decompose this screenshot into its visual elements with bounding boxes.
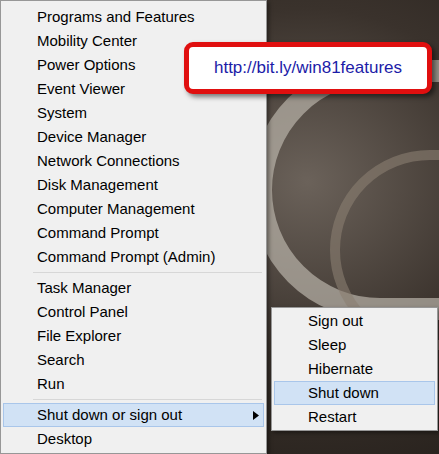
- menu-item-label: Mobility Center: [37, 30, 137, 53]
- menu-item-label: Search: [37, 349, 85, 372]
- callout-text[interactable]: http://bit.ly/win81features: [214, 55, 402, 81]
- menu-item-label: Command Prompt (Admin): [37, 246, 215, 269]
- submenu-item[interactable]: Restart: [274, 405, 435, 429]
- menu-item-label: System: [37, 102, 87, 125]
- menu-item[interactable]: Network Connections: [3, 149, 264, 173]
- menu-item-label: Disk Management: [37, 174, 158, 197]
- shutdown-submenu: Sign outSleepHibernateShut downRestart: [271, 307, 438, 431]
- menu-item-label: Task Manager: [37, 277, 131, 300]
- menu-item[interactable]: Control Panel: [3, 300, 264, 324]
- menu-item-label: File Explorer: [37, 325, 121, 348]
- submenu-item-label: Sign out: [308, 310, 363, 333]
- menu-item[interactable]: Task Manager: [3, 276, 264, 300]
- submenu-arrow-icon: [253, 404, 259, 426]
- submenu-item[interactable]: Shut down: [274, 381, 435, 405]
- menu-item[interactable]: File Explorer: [3, 324, 264, 348]
- menu-item[interactable]: Search: [3, 348, 264, 372]
- menu-item[interactable]: System: [3, 101, 264, 125]
- menu-item-label: Control Panel: [37, 301, 128, 324]
- menu-item[interactable]: Computer Management: [3, 197, 264, 221]
- submenu-item-label: Sleep: [308, 334, 346, 357]
- menu-item-label: Event Viewer: [37, 78, 125, 101]
- submenu-item[interactable]: Hibernate: [274, 357, 435, 381]
- url-callout: http://bit.ly/win81features: [184, 42, 432, 94]
- menu-separator: [3, 396, 264, 403]
- menu-item-label: Computer Management: [37, 198, 195, 221]
- menu-item[interactable]: Run: [3, 372, 264, 396]
- menu-item-label: Run: [37, 373, 65, 396]
- submenu-item[interactable]: Sleep: [274, 333, 435, 357]
- menu-item-label: Shut down or sign out: [37, 404, 182, 427]
- submenu-item-label: Restart: [308, 406, 356, 429]
- menu-item[interactable]: Device Manager: [3, 125, 264, 149]
- menu-item-label: Power Options: [37, 54, 135, 77]
- menu-item-label: Device Manager: [37, 126, 146, 149]
- submenu-item[interactable]: Sign out: [274, 309, 435, 333]
- submenu-item-label: Shut down: [308, 382, 379, 405]
- menu-item[interactable]: Command Prompt (Admin): [3, 245, 264, 269]
- menu-item[interactable]: Programs and Features: [3, 5, 264, 29]
- menu-item[interactable]: Disk Management: [3, 173, 264, 197]
- menu-item[interactable]: Desktop: [3, 427, 264, 451]
- menu-item-label: Programs and Features: [37, 6, 195, 29]
- menu-item-label: Network Connections: [37, 150, 180, 173]
- menu-item[interactable]: Shut down or sign out: [3, 403, 264, 427]
- submenu-item-label: Hibernate: [308, 358, 373, 381]
- menu-item-label: Desktop: [37, 428, 92, 451]
- menu-item[interactable]: Command Prompt: [3, 221, 264, 245]
- menu-separator: [3, 269, 264, 276]
- menu-item-label: Command Prompt: [37, 222, 159, 245]
